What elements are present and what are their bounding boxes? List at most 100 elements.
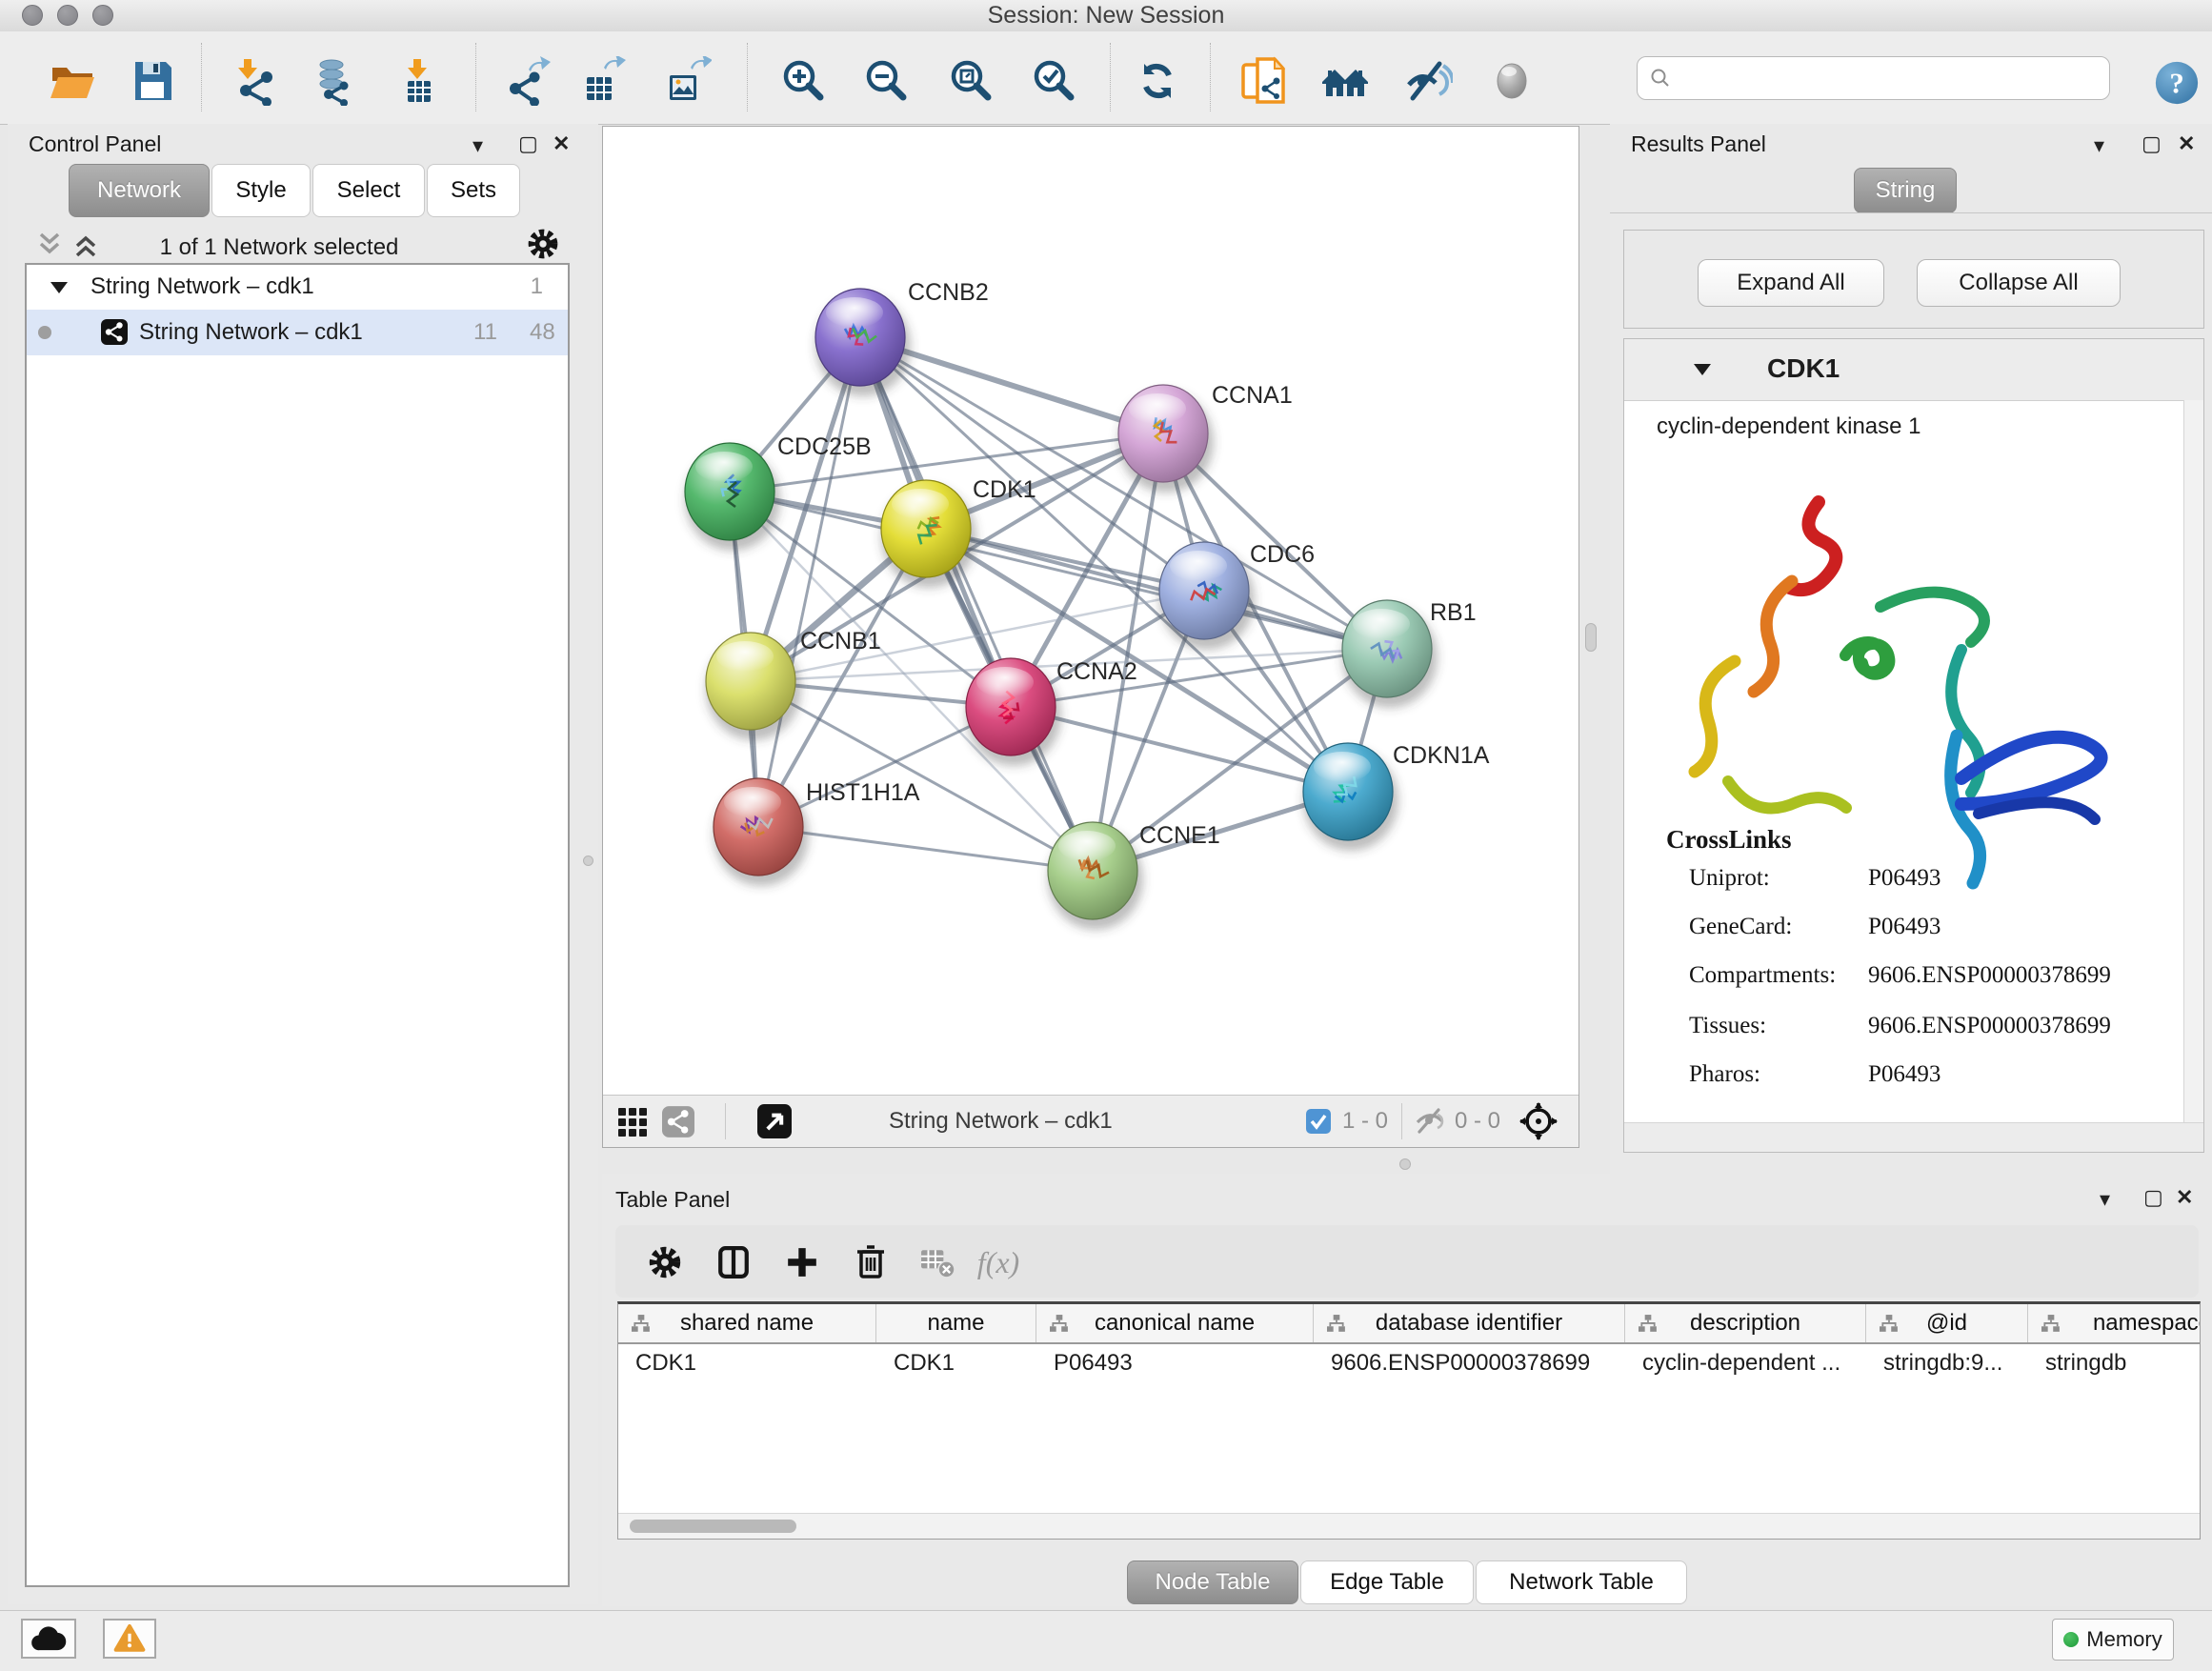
new-network-from-selection-icon[interactable] [1237,52,1290,110]
expand-all-networks-icon[interactable] [72,231,99,266]
zoom-selected-icon[interactable] [1027,52,1080,110]
export-network-icon[interactable] [500,52,553,110]
graph-node-CDK1[interactable]: CDK1 [881,476,1036,577]
tab-network-table[interactable]: Network Table [1476,1560,1687,1604]
column-header[interactable]: canonical name [1036,1304,1314,1342]
node-label-CDK1: CDK1 [973,476,1036,503]
table-settings-gear-icon[interactable] [646,1244,684,1280]
current-network-dot-icon [38,326,51,339]
crosslink-pharos-link[interactable]: P06493 [1868,1061,1941,1088]
cloud-button[interactable] [21,1619,76,1659]
tab-select[interactable]: Select [312,164,425,217]
export-table-icon[interactable] [575,52,629,110]
zoom-fit-icon[interactable] [944,52,997,110]
grid-view-icon[interactable] [618,1108,647,1143]
network-canvas[interactable]: CCNB2CCNA1CDC25BCDK1CDC6RB1CCNB1CCNA2CDK… [602,126,1579,1148]
import-network-database-icon[interactable] [310,52,363,110]
zoom-out-icon[interactable] [859,52,913,110]
column-header[interactable]: database identifier [1314,1304,1625,1342]
panel-close-icon[interactable]: ✕ [553,133,570,154]
results-scrollbar[interactable] [2183,400,2203,1123]
toolbar-separator [747,43,748,111]
title-bar: Session: New Session [0,0,2212,32]
selected-checkbox-icon[interactable] [1306,1109,1331,1140]
table-toolbar: f(x) [615,1225,2199,1298]
tab-string[interactable]: String [1854,168,1957,213]
show-columns-icon[interactable] [714,1244,753,1280]
collapse-all-networks-icon[interactable] [36,231,63,266]
network-share-icon[interactable] [662,1106,694,1144]
tab-network[interactable]: Network [69,164,210,217]
graph-node-HIST1H1A[interactable]: HIST1H1A [714,778,920,876]
column-header[interactable]: @id [1866,1304,2028,1342]
export-image-icon[interactable] [660,52,714,110]
panel-close-icon[interactable]: ✕ [2176,1187,2193,1208]
first-neighbors-icon[interactable] [1318,52,1372,110]
column-header[interactable]: namespace [2028,1304,2201,1342]
crosslink-label: Uniprot: [1689,865,1770,892]
crosslink-uniprot-link[interactable]: P06493 [1868,865,1941,892]
memory-button[interactable]: Memory [2052,1619,2174,1661]
control-panel: Control Panel ▾ ▢ ✕ Network Style Select… [8,124,598,1604]
network-collection-row[interactable]: String Network – cdk1 1 [27,265,568,310]
panel-close-icon[interactable]: ✕ [2178,133,2195,154]
node-label-RB1: RB1 [1430,599,1477,626]
cloud-icon [30,1623,68,1654]
delete-column-trash-icon[interactable] [852,1244,890,1280]
table-row[interactable]: CDK1 CDK1 P06493 9606.ENSP00000378699 cy… [618,1344,2201,1382]
scrollbar-thumb[interactable] [630,1520,796,1533]
network-view-toolbar: String Network – cdk1 1 - 0 0 - 0 [603,1095,1579,1147]
crosslink-compartments-link[interactable]: 9606.ENSP00000378699 [1868,962,2111,989]
delete-table-icon[interactable] [918,1244,956,1280]
help-icon[interactable]: ? [2150,54,2203,111]
panel-float-icon[interactable]: ▢ [518,133,538,154]
network-row-selected[interactable]: String Network – cdk1 11 48 [27,310,568,355]
crosslink-genecard-link[interactable]: P06493 [1868,914,1941,940]
column-header[interactable]: shared name [618,1304,876,1342]
tab-sets[interactable]: Sets [427,164,520,217]
birds-eye-view-icon[interactable] [757,1104,792,1145]
import-table-icon[interactable] [394,52,448,110]
zoom-in-icon[interactable] [776,52,830,110]
import-network-icon[interactable] [229,52,282,110]
network-graph[interactable]: CCNB2CCNA1CDC25BCDK1CDC6RB1CCNB1CCNA2CDK… [603,127,1579,1095]
table-header-row: shared name name canonical name database… [618,1304,2201,1344]
apply-layout-icon[interactable] [1131,52,1184,110]
panel-float-icon[interactable]: ▢ [2143,1187,2163,1208]
function-builder-icon[interactable]: f(x) [979,1244,1017,1280]
crosslink-label: Tissues: [1689,1013,1766,1039]
column-header[interactable]: description [1625,1304,1866,1342]
node-section-header[interactable]: CDK1 [1624,339,2203,401]
node-label-HIST1H1A: HIST1H1A [806,779,920,806]
vertical-splitter-handle[interactable] [1585,623,1597,652]
panel-float-icon[interactable]: ▢ [2142,133,2162,154]
table-horizontal-scrollbar[interactable] [618,1513,2200,1539]
window-title: Session: New Session [0,0,2212,31]
tab-node-table[interactable]: Node Table [1127,1560,1298,1604]
show-all-icon[interactable] [1485,52,1538,110]
create-column-icon[interactable] [783,1244,821,1280]
horizontal-splitter-handle[interactable] [1399,1158,1411,1170]
warnings-button[interactable] [103,1619,156,1659]
open-session-icon[interactable] [46,52,99,110]
column-header[interactable]: name [876,1304,1036,1342]
section-collapse-icon[interactable] [1694,364,1711,375]
tab-style[interactable]: Style [211,164,311,217]
collection-expand-icon[interactable] [50,282,68,293]
left-splitter-handle[interactable] [583,856,593,866]
panel-menu-icon[interactable]: ▾ [2100,1189,2110,1210]
save-session-icon[interactable] [126,52,179,110]
crosshair-icon[interactable] [1519,1102,1558,1147]
tab-edge-table[interactable]: Edge Table [1300,1560,1474,1604]
panel-menu-icon[interactable]: ▾ [2094,135,2104,156]
expand-all-button[interactable]: Expand All [1698,259,1884,307]
hide-selected-icon[interactable] [1401,52,1455,110]
network-options-gear-icon[interactable] [526,227,560,268]
crosslink-tissues-link[interactable]: 9606.ENSP00000378699 [1868,1013,2111,1039]
panel-menu-icon[interactable]: ▾ [473,135,483,156]
search-input[interactable] [1678,61,2101,95]
graph-node-RB1[interactable]: RB1 [1342,599,1477,697]
status-bar: Memory [0,1610,2212,1671]
collapse-all-button[interactable]: Collapse All [1917,259,2121,307]
toolbar-separator [201,43,202,111]
